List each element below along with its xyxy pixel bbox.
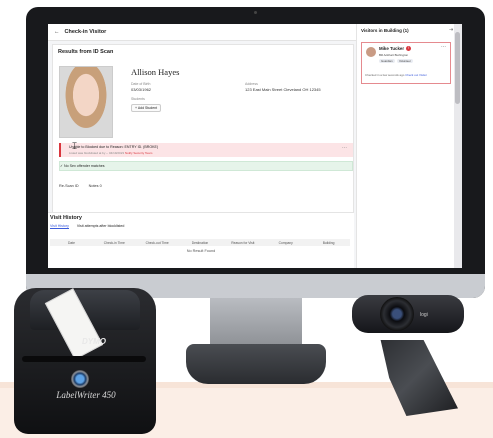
alert-subtext: Listed was blocklisted at by -- 04/19/20… — [69, 151, 152, 155]
printer-brand: DYMO — [82, 337, 106, 346]
column-header: Building — [322, 240, 335, 245]
visitor-card[interactable]: Mike Tucker ! ⋯ Bill Ackhart Burlington … — [361, 42, 451, 84]
visitor-card-name: Mike Tucker — [379, 46, 405, 51]
action-links: Re-Scan ID Notes 0 — [59, 184, 102, 188]
monitor-base — [186, 344, 326, 384]
monitor-camera-dot — [254, 11, 257, 14]
column-header: Date — [67, 240, 75, 245]
printer-button-icon — [71, 370, 89, 388]
visitor-photo — [59, 66, 113, 138]
card-menu-icon[interactable]: ⋯ — [441, 44, 446, 50]
expand-icon[interactable]: ⇥ — [449, 27, 453, 33]
table-header: Date Check-in Time Check-out Time Destin… — [50, 239, 350, 246]
column-header: Reason for Visit — [231, 240, 255, 245]
visit-history-title: Visit History — [50, 215, 82, 221]
students-label: Students — [131, 97, 145, 101]
visit-history-panel: Visit History Visit History Visit attemp… — [48, 212, 354, 268]
dob-label: Date of Birth — [131, 82, 151, 86]
tag-chip: Guardian — [379, 59, 395, 63]
webcam-lens-icon — [380, 297, 414, 331]
visitor-name: Allison Hayes — [131, 67, 180, 77]
visitor-card-subtitle: Bill Ackhart Burlington — [379, 53, 409, 57]
app-screen: ← Check-in Visitor Results from ID Scan … — [48, 24, 462, 268]
scrollbar-thumb[interactable] — [455, 32, 460, 104]
visitor-card-footer: Checked in a few seconds ago Check out V… — [365, 73, 427, 77]
column-header: Check-out Time — [145, 240, 169, 245]
warning-icon: ! — [406, 46, 411, 51]
column-header: Check-in Time — [103, 240, 125, 245]
sidebar-title: Visitors in Building (1) — [361, 28, 409, 33]
printer-model: LabelWriter 450 — [56, 390, 116, 400]
offender-status: ✓ No Sex offender matches — [59, 161, 353, 171]
empty-state: No Result Found — [186, 249, 216, 253]
notes-link[interactable]: Notes 0 — [89, 184, 102, 188]
visit-history-tabs: Visit History Visit attempts after block… — [50, 224, 124, 229]
notes-count: 0 — [99, 184, 102, 188]
alert-menu-icon[interactable]: ⋯ — [342, 145, 347, 151]
add-student-button[interactable]: + Add Student — [131, 104, 162, 112]
address-value: 123 East Main Street Cleveland OH 12345 — [245, 87, 321, 92]
section-title: Results from ID Scan — [58, 49, 114, 55]
avatar — [366, 47, 376, 57]
tab-visit-history[interactable]: Visit History — [50, 224, 69, 229]
alert-text: Unable to Blocked due to Reason: ENTRY I… — [69, 145, 159, 149]
address-label: Address — [245, 82, 258, 86]
dob-value: 03/03/1962 — [131, 87, 152, 92]
text-cursor-icon: 𝙸 — [71, 141, 79, 152]
checkin-time: Checked in a few seconds ago — [365, 73, 405, 77]
check-out-link[interactable]: Check out Visitor — [405, 73, 427, 77]
visitors-sidebar: Visitors in Building (1) ⇥ Mike Tucker !… — [356, 24, 462, 268]
column-header: Company — [278, 240, 293, 245]
printer-slot — [22, 356, 146, 362]
webcam-brand: logi — [420, 312, 428, 318]
top-bar: ← Check-in Visitor — [48, 24, 360, 41]
tag-chip: Volunteer — [397, 59, 413, 63]
column-header: Destination — [191, 240, 209, 245]
rescan-id-link[interactable]: Re-Scan ID — [59, 184, 79, 188]
notify-security-link[interactable]: Notify Security Team — [125, 151, 152, 155]
page-title: Check-in Visitor — [64, 29, 107, 35]
back-arrow-icon[interactable]: ← — [54, 29, 60, 35]
blocklist-alert: Unable to Blocked due to Reason: ENTRY I… — [59, 143, 353, 157]
monitor-neck — [210, 298, 302, 346]
id-scan-panel: Results from ID Scan Allison Hayes Date … — [52, 44, 354, 222]
notes-label: Notes — [88, 184, 99, 188]
tab-attempts-after-blocklisted[interactable]: Visit attempts after blocklisted — [77, 224, 124, 229]
